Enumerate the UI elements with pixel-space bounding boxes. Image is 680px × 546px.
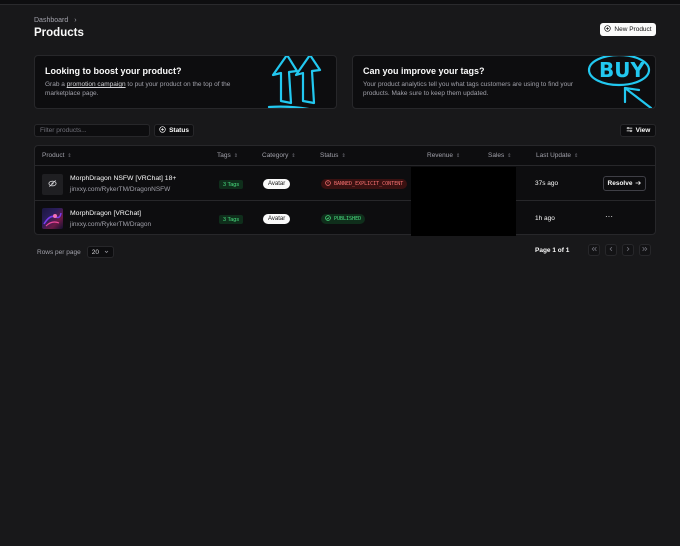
sliders-icon [626,126,633,135]
arrow-right-icon [635,180,642,188]
last-update: 37s ago [535,180,559,187]
table-row[interactable]: MorphDragon [VRChat] jinxxy.com/RykerTM/… [35,202,655,236]
alert-circle-icon [325,180,331,188]
table-row[interactable]: MorphDragon NSFW [VRChat] 18+ jinxxy.com… [35,167,655,201]
check-circle-icon [325,215,331,223]
product-url[interactable]: jinxxy.com/RykerTM/DragonNSFW [70,186,170,193]
status-label: BANNED_EXPLICIT_CONTENT [334,181,404,187]
product-thumbnail [42,208,63,229]
tags-banner-text: Your product analytics tell you what tag… [363,81,574,97]
product-url[interactable]: jinxxy.com/RykerTM/Dragon [70,221,151,228]
column-category[interactable]: Category ⇕ [262,152,296,159]
chevrons-right-icon [642,246,648,254]
column-tags[interactable]: Tags ⇕ [217,152,238,159]
status-badge: PUBLISHED [321,214,366,224]
status-filter-label: Status [169,127,189,134]
redacted-revenue-sales [411,167,516,236]
status-badge: BANNED_EXPLICIT_CONTENT [321,179,408,189]
promotion-banner-text: Grab a promotion campaign to put your pr… [45,81,231,97]
sort-icon: ⇕ [291,152,296,159]
last-update: 1h ago [535,215,555,222]
resolve-label: Resolve [607,180,633,187]
chevron-left-icon [608,246,614,254]
status-filter-button[interactable]: Status [154,124,194,137]
buy-doodle-art: BUY [587,56,653,108]
rows-per-page-select[interactable]: 20 [86,246,114,258]
status-label: PUBLISHED [334,216,362,222]
sort-icon: ⇕ [574,152,579,159]
rows-per-page-label: Rows per page [37,248,81,256]
product-name[interactable]: MorphDragon NSFW [VRChat] 18+ [70,175,176,182]
double-arrow-up-art [267,56,322,108]
filter-products-input[interactable]: Filter products... [34,124,150,137]
page-title: Products [34,27,84,39]
plus-circle-icon [159,126,166,135]
sort-icon: ⇕ [507,152,512,159]
sort-icon: ⇕ [233,152,238,159]
next-page-button[interactable] [622,244,634,256]
resolve-button[interactable]: Resolve [603,176,646,191]
chevron-right-icon: › [74,17,77,24]
last-page-button[interactable] [639,244,651,256]
column-status[interactable]: Status ⇕ [320,152,346,159]
column-product[interactable]: Product ⇕ [42,152,72,159]
breadcrumb: Dashboard › [34,17,77,24]
sort-icon: ⇕ [456,152,461,159]
view-options-label: View [635,127,651,134]
column-sales[interactable]: Sales ⇕ [488,152,511,159]
column-revenue[interactable]: Revenue ⇕ [427,152,460,159]
top-bar [0,0,680,5]
product-name[interactable]: MorphDragon [VRChat] [70,210,141,217]
tags-badge: 3 Tags [219,180,244,189]
sort-icon: ⇕ [67,152,72,159]
category-badge: Avatar [263,214,291,224]
chevrons-left-icon [591,246,597,254]
eye-off-icon [48,179,57,190]
products-table: Product ⇕ Tags ⇕ Category ⇕ Status ⇕ Revenue… [34,145,656,236]
promotion-campaign-link[interactable]: promotion campaign [67,81,126,88]
tags-banner: Can you improve your tags? Your product … [352,55,656,109]
new-product-button[interactable]: New Product [600,23,656,36]
view-options-button[interactable]: View [620,124,656,137]
column-last-update[interactable]: Last Update ⇕ [536,152,578,159]
product-thumbnail [42,174,63,195]
breadcrumb-dashboard[interactable]: Dashboard [34,17,68,24]
new-product-label: New Product [614,26,652,33]
first-page-button[interactable] [588,244,600,256]
tags-badge: 3 Tags [219,215,244,224]
category-badge: Avatar [263,179,291,189]
row-actions-button[interactable]: ··· [605,212,613,221]
promotion-banner: Looking to boost your product? Grab a pr… [34,55,337,109]
buy-doodle-text: BUY [599,58,645,82]
page-info: Page 1 of 1 [535,247,570,254]
table-header: Product ⇕ Tags ⇕ Category ⇕ Status ⇕ Revenue… [35,146,655,166]
plus-circle-icon [604,25,612,34]
chevron-right-icon [625,246,631,254]
sort-icon: ⇕ [341,152,346,159]
previous-page-button[interactable] [605,244,617,256]
chevron-down-icon [104,249,109,256]
rows-per-page: Rows per page 20 [37,246,114,258]
